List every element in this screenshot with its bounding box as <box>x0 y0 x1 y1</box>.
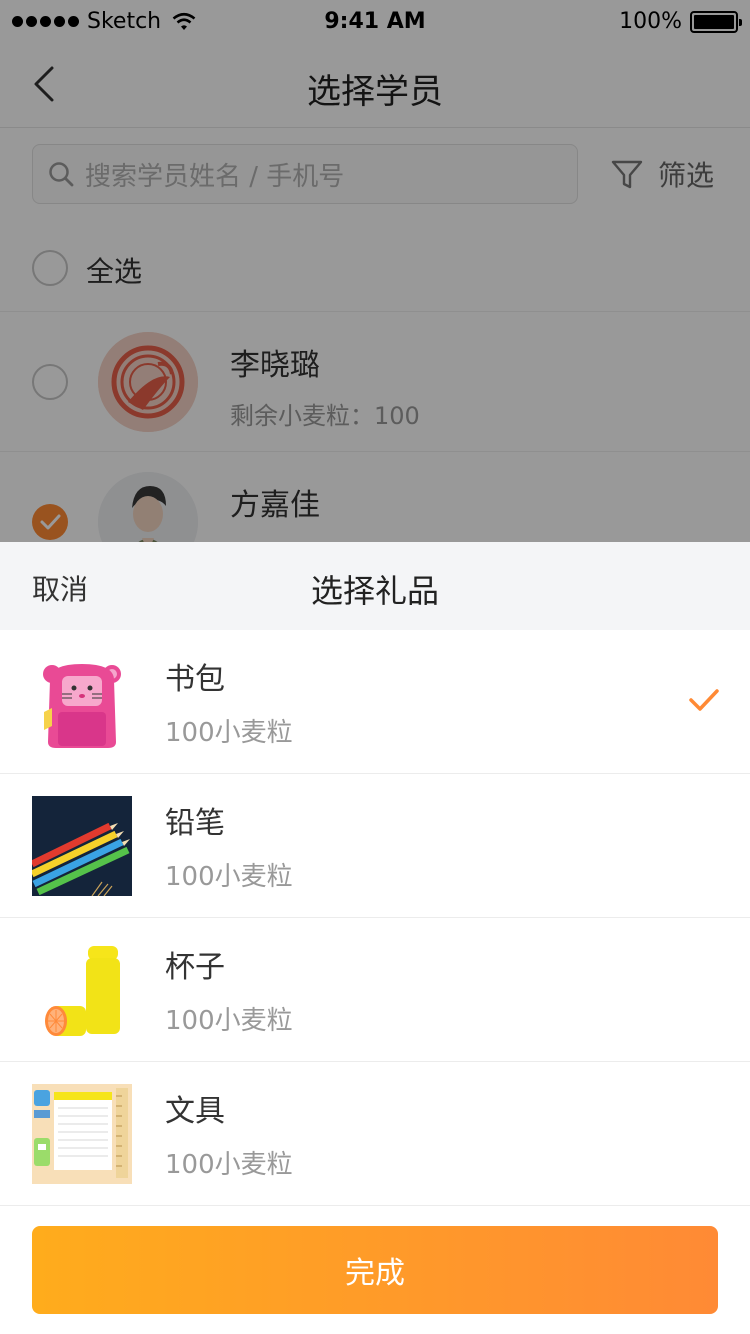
done-button[interactable]: 完成 <box>32 1226 718 1314</box>
backpack-image <box>32 652 132 752</box>
gift-price: 100小麦粒 <box>165 1150 293 1180</box>
sheet-title: 选择礼品 <box>310 572 439 610</box>
gift-price: 100小麦粒 <box>165 1006 293 1036</box>
gift-name: 杯子 <box>165 950 225 985</box>
gift-item[interactable]: 杯子 100小麦粒 <box>0 918 750 1062</box>
sheet-header: 取消 选择礼品 <box>0 542 750 630</box>
checkmark-icon <box>689 689 719 711</box>
gift-name: 书包 <box>165 662 225 697</box>
gift-picker-sheet: 取消 选择礼品 书包 100小麦粒 铅笔 100小麦粒 杯子 100小麦粒 文具… <box>0 542 750 1334</box>
gift-item[interactable]: 铅笔 100小麦粒 <box>0 774 750 918</box>
pencils-image <box>32 796 132 896</box>
cup-image <box>32 940 132 1040</box>
gift-name: 文具 <box>165 1094 225 1129</box>
gift-item[interactable]: 书包 100小麦粒 <box>0 630 750 774</box>
gift-price: 100小麦粒 <box>165 862 293 892</box>
gift-item[interactable]: 文具 100小麦粒 <box>0 1062 750 1206</box>
gift-price: 100小麦粒 <box>165 718 293 748</box>
stationery-image <box>32 1084 132 1184</box>
gift-name: 铅笔 <box>165 806 225 841</box>
